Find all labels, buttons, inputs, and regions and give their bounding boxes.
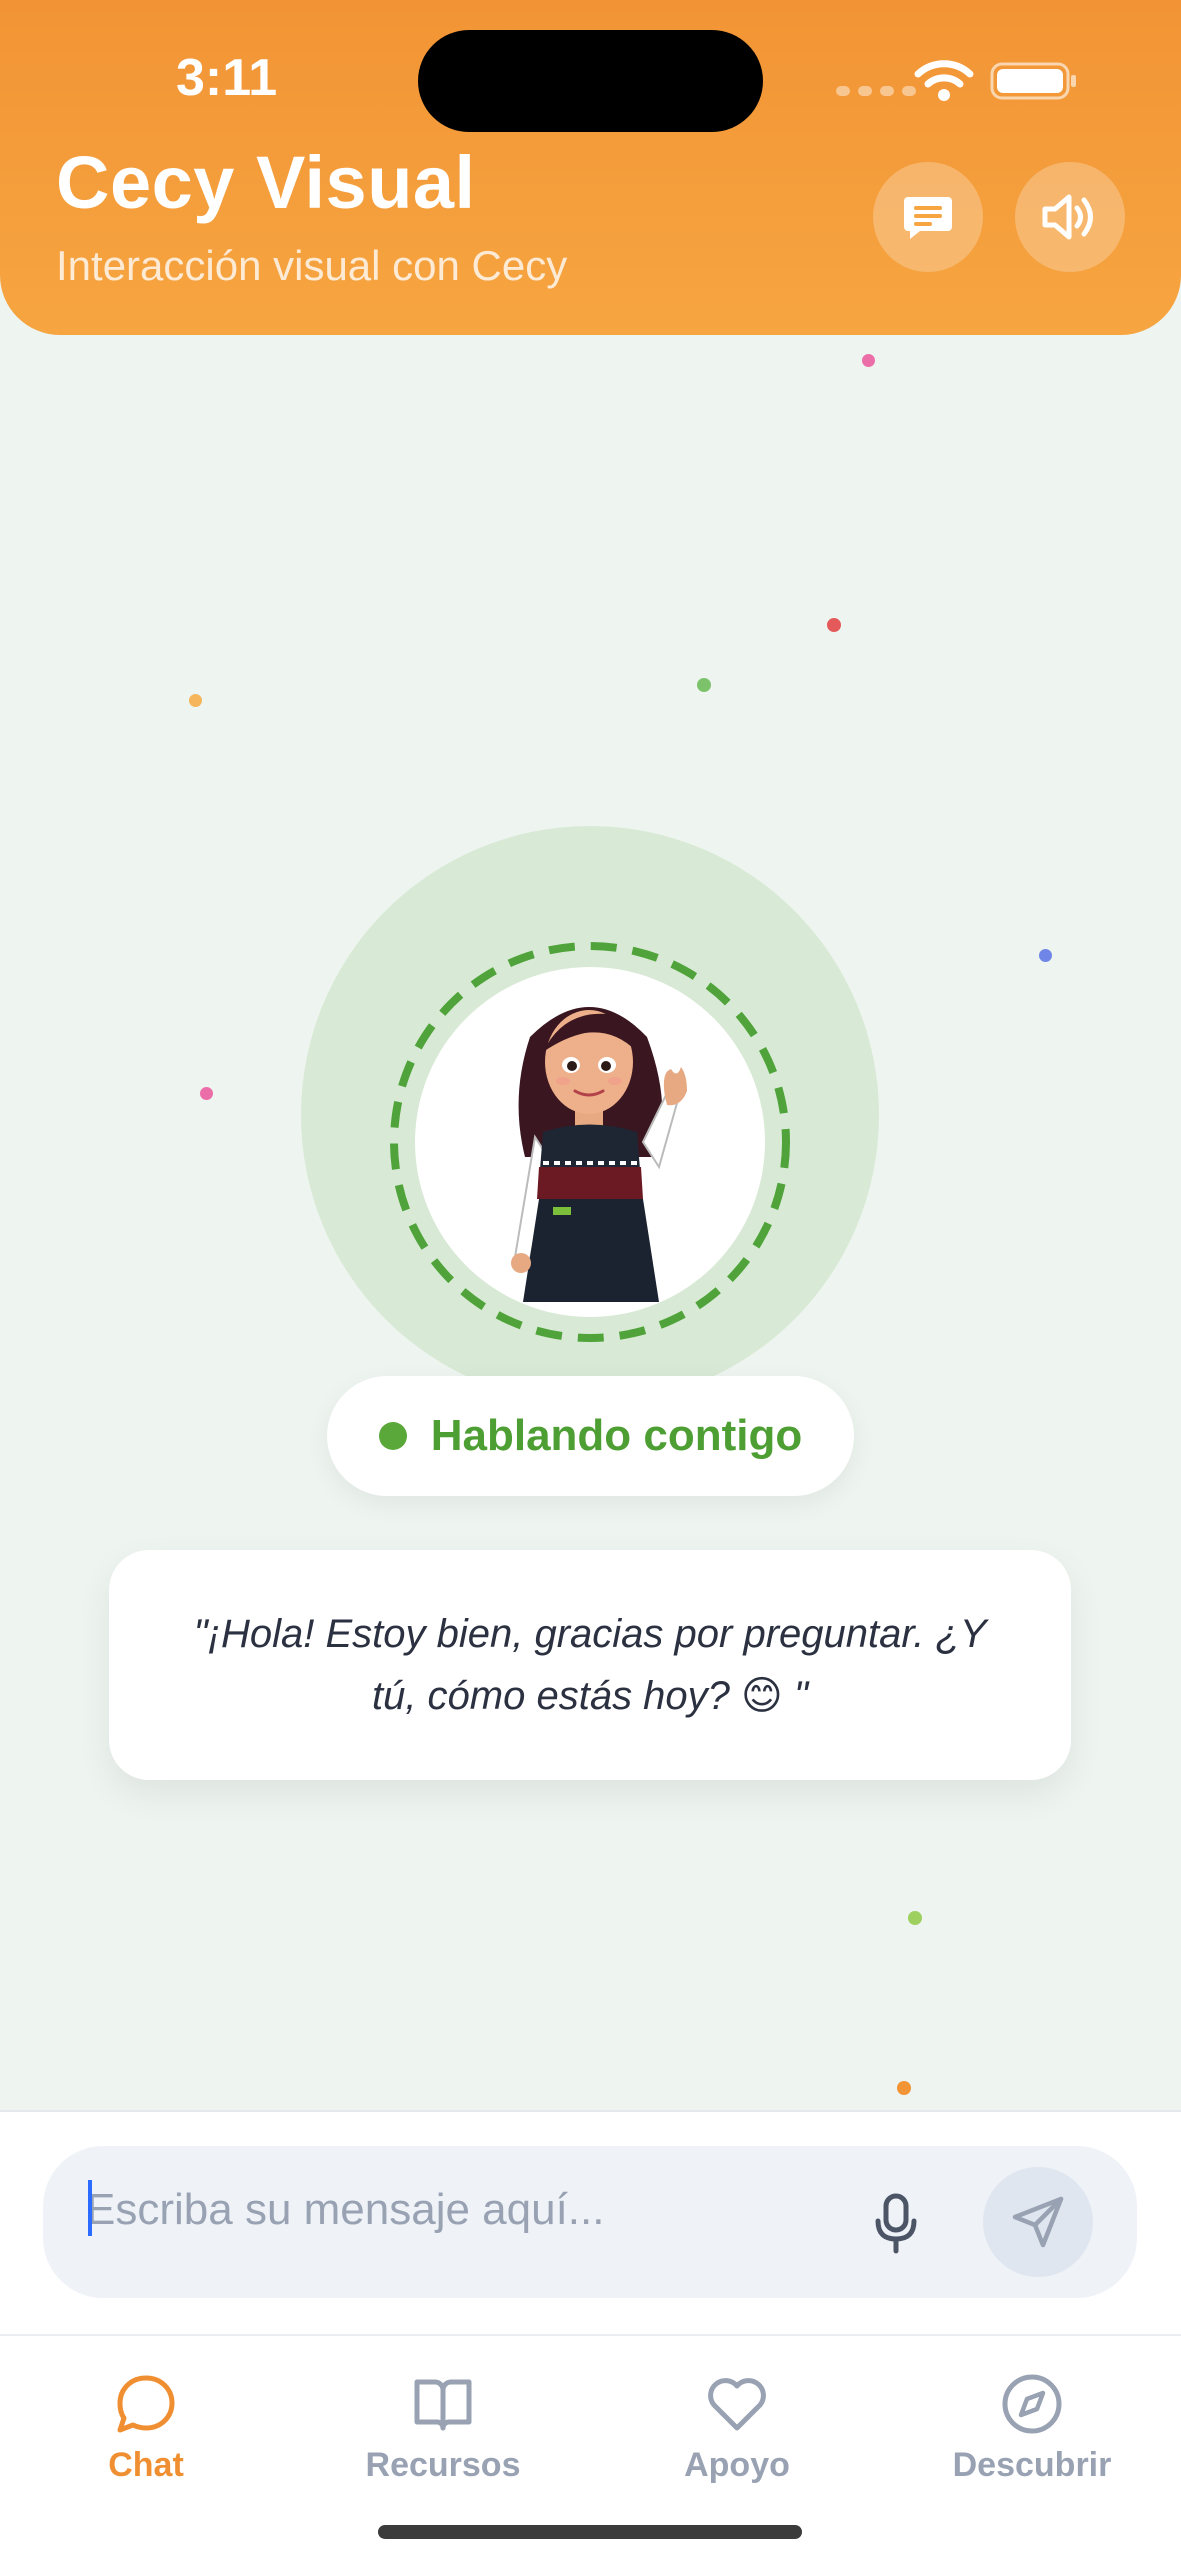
- tab-label: Chat: [108, 2446, 184, 2484]
- speech-bubble: "¡Hola! Estoy bien, gracias por pregunta…: [109, 1550, 1071, 1780]
- confetti-dot: [189, 694, 202, 707]
- confetti-dot: [862, 354, 875, 367]
- status-badge-label: Hablando contigo: [430, 1411, 803, 1460]
- tab-descubrir[interactable]: Descubrir: [922, 2372, 1142, 2485]
- speaking-status-badge: Hablando contigo: [327, 1376, 854, 1496]
- tab-label: Recursos: [365, 2446, 521, 2484]
- book-open-icon: [414, 2379, 472, 2431]
- volume-icon: [1042, 194, 1093, 240]
- message-input[interactable]: [86, 2160, 826, 2260]
- page-subtitle: Interacción visual con Cecy: [56, 242, 568, 289]
- send-button[interactable]: [983, 2167, 1093, 2277]
- tab-apoyo[interactable]: Apoyo: [627, 2372, 847, 2485]
- chat-bubble-icon: [117, 2375, 175, 2433]
- confetti-dot: [697, 678, 711, 692]
- battery-icon: [990, 62, 1076, 100]
- sound-toggle-button[interactable]: [1015, 162, 1125, 272]
- tab-chat[interactable]: Chat: [36, 2372, 256, 2485]
- home-indicator: [378, 2525, 802, 2539]
- speech-text: "¡Hola! Estoy bien, gracias por pregunta…: [193, 1612, 987, 1718]
- send-icon: [1012, 2196, 1064, 2248]
- avatar: [415, 967, 765, 1317]
- chat-view-button[interactable]: [873, 162, 983, 272]
- microphone-button[interactable]: [860, 2184, 932, 2264]
- tab-label: Apoyo: [684, 2446, 790, 2484]
- cecy-character-illustration: [511, 1007, 687, 1302]
- compass-icon: [1002, 2374, 1062, 2434]
- microphone-icon: [875, 2193, 917, 2254]
- confetti-dot: [200, 1087, 213, 1100]
- tab-label: Descubrir: [952, 2446, 1112, 2484]
- confetti-dot: [827, 618, 841, 632]
- wifi-icon: [914, 60, 974, 101]
- tab-recursos[interactable]: Recursos: [333, 2372, 553, 2485]
- app-header: 3:11 Cecy Visual Interacción visual con …: [0, 0, 1181, 335]
- confetti-dot: [908, 1911, 922, 1925]
- text-caret: [88, 2180, 92, 2236]
- confetti-dot: [897, 2081, 911, 2095]
- cellular-signal-icon: [836, 86, 916, 96]
- page-title: Cecy Visual: [56, 141, 476, 224]
- confetti-dot: [1039, 949, 1052, 962]
- heart-icon: [708, 2378, 766, 2431]
- dynamic-island: [418, 30, 763, 132]
- message-square-icon: [904, 197, 952, 239]
- status-indicator-dot: [378, 1422, 407, 1450]
- app-screen: 3:11 Cecy Visual Interacción visual con …: [0, 0, 1181, 2560]
- status-time: 3:11: [176, 49, 278, 107]
